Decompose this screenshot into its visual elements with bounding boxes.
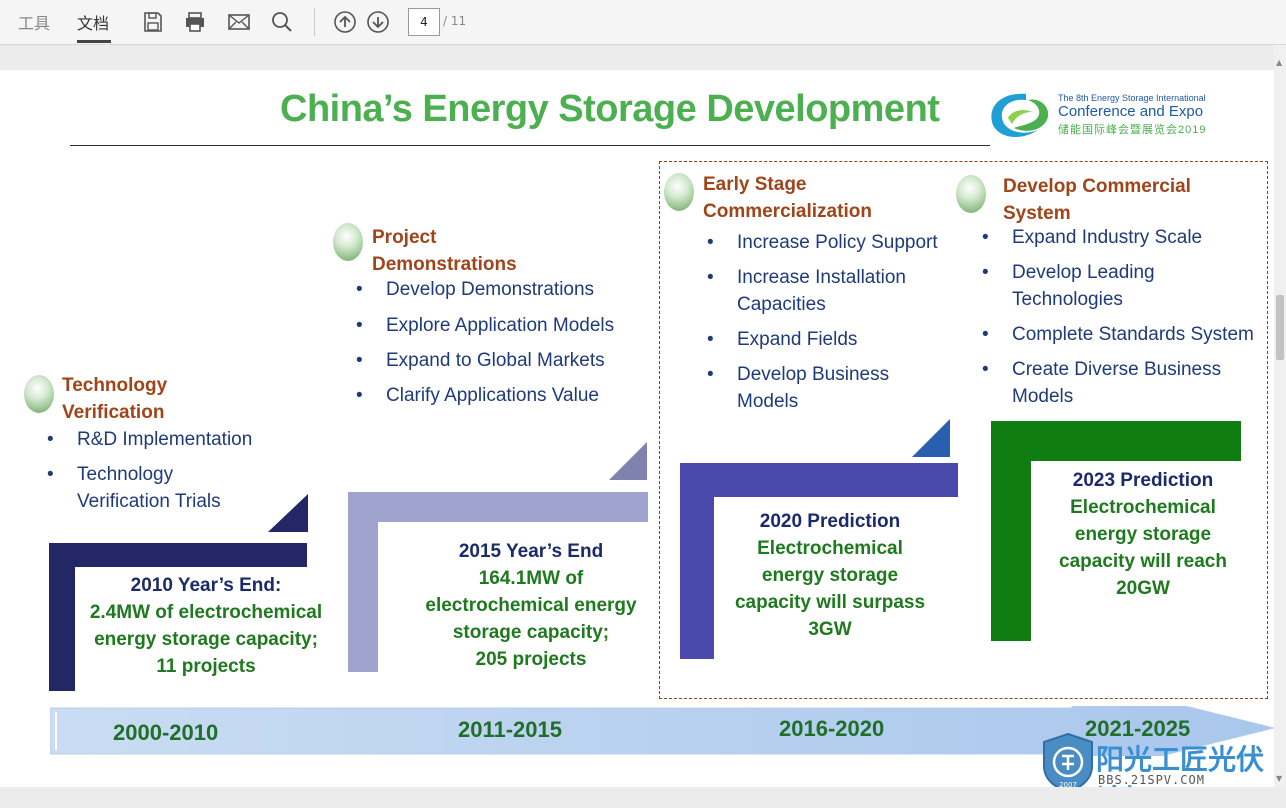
stage-bar [348, 492, 648, 522]
bullet-item: Increase Installation Capacities [707, 264, 937, 318]
logo-text-line1: The 8th Energy Storage International [1058, 93, 1206, 103]
stage-bar [680, 463, 958, 497]
page-up-icon[interactable] [333, 10, 357, 34]
year-summary-heading: 2020 Prediction [759, 511, 901, 532]
stage-heading: Early Stage Commercialization [703, 171, 872, 225]
bullet-item: Expand to Global Markets [356, 347, 605, 374]
bottom-bar [0, 787, 1286, 808]
year-summary-line: energy storage [761, 565, 899, 586]
bullet-item: Expand Fields [707, 326, 858, 353]
stage-heading-line: Technology [62, 375, 168, 396]
logo-text-line3: 储能国际峰会暨展览会2019 [1058, 124, 1207, 136]
stage-orb-icon [956, 175, 986, 213]
toolbar: 工具 文档 4 / 11 [0, 0, 1286, 45]
stage-bar [991, 421, 1031, 641]
year-summary-line: capacity will surpass [734, 592, 926, 613]
bullet-item: Technology Verification Trials [47, 461, 267, 515]
stage-heading-line: Early Stage [703, 174, 807, 195]
bullet-item: Complete Standards System [982, 321, 1254, 348]
tab-document[interactable]: 文档 [77, 10, 109, 34]
year-summary-heading: 2023 Prediction [1072, 470, 1214, 491]
year-summary: 2015 Year’s End 164.1MW of electrochemic… [416, 538, 646, 673]
stage-bar [49, 543, 75, 691]
scrollbar-thumb[interactable] [1276, 295, 1284, 360]
page-down-icon[interactable] [366, 10, 390, 34]
stage-orb-icon [24, 375, 54, 413]
stage-heading-line: Verification [62, 402, 165, 423]
active-tab-indicator [77, 40, 111, 43]
logo-text-line2: Conference and Expo [1058, 103, 1204, 120]
logo-mark-icon [991, 93, 1049, 137]
bullet-item: Clarify Applications Value [356, 382, 599, 409]
stage-heading-line: Project [372, 227, 437, 248]
stage-heading-line: Commercialization [703, 201, 872, 222]
stage-heading: Technology Verification [62, 372, 167, 426]
stage-heading-line: Develop Commercial [1003, 176, 1191, 197]
forum-badge-icon: 2007 [1043, 732, 1093, 787]
year-summary-line: 11 projects [156, 656, 256, 677]
year-summary: 2023 Prediction Electrochemical energy s… [1043, 467, 1243, 602]
year-summary-line: 164.1MW of [478, 568, 584, 589]
title-divider [70, 145, 990, 146]
timeline-period: 2000-2010 [113, 720, 219, 745]
stage-orb-icon [333, 223, 363, 261]
print-icon[interactable] [183, 10, 207, 34]
year-summary-line: Electrochemical [757, 538, 903, 559]
email-icon[interactable] [227, 10, 251, 34]
year-summary-line: storage capacity; [452, 622, 610, 643]
stage-bar [680, 463, 714, 659]
year-summary-heading: 2010 Year’s End: [130, 575, 282, 596]
search-icon[interactable] [270, 10, 294, 34]
year-summary-line: 205 projects [475, 649, 587, 670]
scroll-down-arrow-icon[interactable]: ▼ [1276, 775, 1284, 783]
bullet-item: Create Diverse Business Models [982, 356, 1242, 410]
bullet-item: Expand Industry Scale [982, 224, 1202, 251]
corner-triangle [268, 494, 308, 532]
scroll-up-arrow-icon[interactable]: ▲ [1276, 59, 1284, 67]
bullet-item: Develop Business Models [707, 361, 937, 415]
toolbar-separator [314, 8, 315, 36]
year-summary-line: 20GW [1116, 578, 1170, 599]
stage-bar [348, 492, 378, 672]
page-total: / 11 [443, 14, 467, 28]
stage-heading-line: Demonstrations [372, 254, 517, 275]
year-summary: 2010 Year’s End: 2.4MW of electrochemica… [76, 572, 336, 680]
page-number-input[interactable]: 4 [408, 8, 440, 36]
slide-title: China’s Energy Storage Development [280, 88, 940, 130]
forum-watermark-url: BBS.21SPV.COM [1098, 773, 1205, 787]
year-summary: 2020 Prediction Electrochemical energy s… [725, 508, 935, 643]
timeline-period: 2011-2015 [458, 717, 562, 742]
vertical-scrollbar[interactable]: ▲ ▼ [1274, 45, 1286, 788]
slide-page: China’s Energy Storage Development The 8… [0, 70, 1274, 787]
badge-year: 2007 [1059, 781, 1077, 787]
bullet-item: Increase Policy Support [707, 229, 938, 256]
stage-heading: Develop Commercial System [1003, 173, 1191, 227]
stage-orb-icon [664, 173, 694, 211]
year-summary-line: electrochemical energy [425, 595, 637, 616]
year-summary-heading: 2015 Year’s End [458, 541, 604, 562]
year-summary-line: energy storage [1074, 524, 1212, 545]
bullet-item: Develop Demonstrations [356, 276, 594, 303]
bullet-item: Explore Application Models [356, 312, 614, 339]
bullet-item: R&D Implementation [47, 426, 252, 453]
year-summary-line: 3GW [808, 619, 852, 640]
timeline-period: 2016-2020 [779, 716, 885, 741]
year-summary-line: 2.4MW of electrochemical [89, 602, 323, 623]
year-summary-line: energy storage capacity; [94, 629, 318, 650]
stage-heading-line: System [1003, 203, 1071, 224]
bullet-item: Develop Leading Technologies [982, 259, 1212, 313]
tab-tools[interactable]: 工具 [18, 10, 50, 34]
save-icon[interactable] [141, 10, 165, 34]
conference-logo: The 8th Energy Storage International Con… [986, 88, 1226, 144]
corner-triangle [609, 442, 647, 480]
corner-triangle [912, 419, 950, 457]
stage-bar [49, 543, 307, 567]
stage-heading: Project Demonstrations [372, 224, 517, 278]
year-summary-line: Electrochemical [1070, 497, 1216, 518]
year-summary-line: capacity will reach [1059, 551, 1227, 572]
